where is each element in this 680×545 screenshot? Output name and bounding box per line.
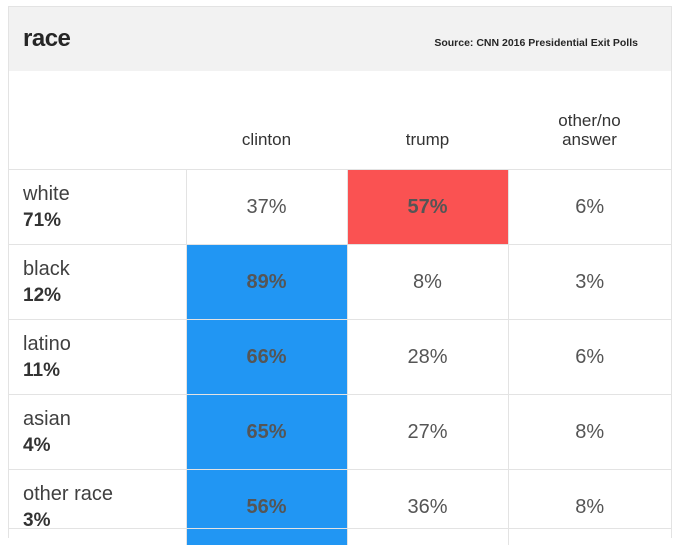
column-divider xyxy=(508,529,509,540)
group-name: latino xyxy=(23,332,71,355)
group-cell: black 12% xyxy=(9,244,186,320)
table-body: white 71% 37% 57% 6% black 12% 89% 8% 3% latino 11%… xyxy=(9,169,671,545)
column-divider xyxy=(186,529,187,540)
source-note: Source: CNN 2016 Presidential Exit Polls xyxy=(434,37,638,49)
table-title: race xyxy=(23,25,71,52)
table-row: black 12% 89% 8% 3% xyxy=(9,244,671,320)
group-name: asian xyxy=(23,407,71,430)
value-cell-trump: 57% xyxy=(346,169,508,245)
group-share: 4% xyxy=(23,434,51,456)
header-row: clinton trump other/no answer xyxy=(9,71,671,170)
table-bottom-edge xyxy=(9,528,671,540)
value-cell-clinton: 66% xyxy=(185,319,347,395)
group-share: 71% xyxy=(23,209,62,231)
value-cell-trump: 27% xyxy=(346,394,508,470)
value-cell-other: 8% xyxy=(507,394,671,470)
group-cell: asian 4% xyxy=(9,394,186,470)
card-header: race Source: CNN 2016 Presidential Exit … xyxy=(9,7,671,71)
group-share: 11% xyxy=(23,359,60,381)
column-divider xyxy=(347,529,348,540)
value-cell-trump: 28% xyxy=(346,319,508,395)
table-row: latino 11% 66% 28% 6% xyxy=(9,319,671,395)
exit-poll-card: race Source: CNN 2016 Presidential Exit … xyxy=(8,6,672,545)
value-cell-clinton: 37% xyxy=(185,169,347,245)
value-cell-other: 6% xyxy=(507,169,671,245)
column-header-other-text: other/no answer xyxy=(558,111,621,149)
value-cell-trump: 8% xyxy=(346,244,508,320)
group-name: other race xyxy=(23,482,114,505)
corner-cell xyxy=(9,71,186,170)
group-name: black xyxy=(23,257,70,280)
group-share: 12% xyxy=(23,284,62,306)
column-header-other: other/no answer xyxy=(508,71,671,170)
value-cell-other: 6% xyxy=(507,319,671,395)
group-cell: latino 11% xyxy=(9,319,186,395)
table-row: asian 4% 65% 27% 8% xyxy=(9,394,671,470)
value-cell-other: 3% xyxy=(507,244,671,320)
table-row: white 71% 37% 57% 6% xyxy=(9,169,671,245)
value-cell-clinton: 65% xyxy=(185,394,347,470)
column-header-trump: trump xyxy=(405,130,450,149)
value-cell-clinton: 89% xyxy=(185,244,347,320)
group-name: white xyxy=(23,182,70,205)
results-table: clinton trump other/no answer white 71% 37… xyxy=(9,71,671,545)
column-header-clinton: clinton xyxy=(241,130,292,149)
group-cell: white 71% xyxy=(9,169,186,245)
